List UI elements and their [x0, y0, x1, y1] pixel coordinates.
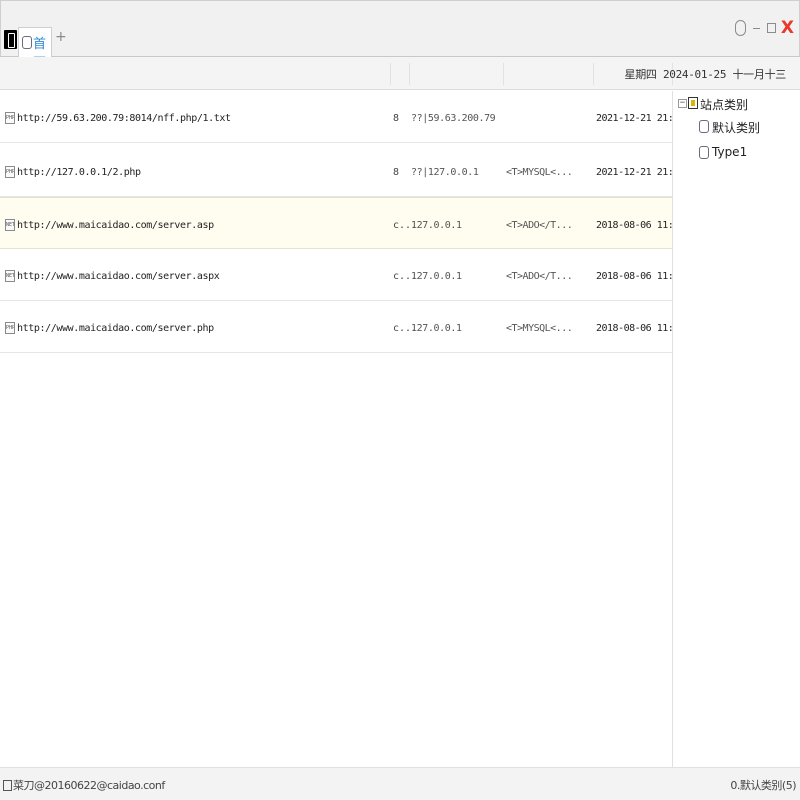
minimize-icon[interactable]: [752, 27, 760, 29]
table-row[interactable]: PHP http://www.maicaidao.com/server.php …: [0, 301, 701, 353]
cell-ip: 127.0.0.1: [411, 323, 462, 334]
document-icon: [22, 36, 32, 49]
column-divider[interactable]: [409, 63, 410, 85]
status-config-file: 菜刀@20160622@caidao.conf: [13, 779, 165, 792]
file-icon: NET: [5, 270, 15, 282]
category-icon: [699, 120, 709, 133]
cell-url: http://127.0.0.1/2.php: [17, 167, 141, 178]
table-row-selected[interactable]: NET http://www.maicaidao.com/server.asp …: [0, 197, 701, 249]
tab-home[interactable]: 首页: [18, 27, 52, 71]
window-controls: X: [734, 16, 794, 40]
category-tree: − 站点类别 默认类别 Type1: [672, 91, 800, 767]
column-divider[interactable]: [593, 63, 594, 85]
cell-url: http://59.63.200.79:8014/nff.php/1.txt: [17, 113, 231, 124]
column-divider[interactable]: [503, 63, 504, 85]
cell-url: http://www.maicaidao.com/server.php: [17, 323, 214, 334]
category-icon: [699, 146, 709, 159]
cell-ip: 127.0.0.1: [411, 271, 462, 282]
file-icon: NET: [5, 219, 15, 231]
table-row[interactable]: PHP http://127.0.0.1/2.php 8 ??|127.0.0.…: [0, 145, 701, 197]
site-list: PHP http://59.63.200.79:8014/nff.php/1.t…: [0, 91, 701, 767]
table-row[interactable]: NET http://www.maicaidao.com/server.aspx…: [0, 249, 701, 301]
config-icon: [3, 780, 12, 791]
cell-db: <T>ADO</T...: [506, 220, 573, 231]
file-icon: PHP: [5, 166, 15, 178]
close-icon[interactable]: X: [781, 19, 794, 37]
cell-url: http://www.maicaidao.com/server.aspx: [17, 271, 220, 282]
header-date: 星期四 2024-01-25 十一月十三: [624, 68, 787, 81]
cell-ip: ??|59.63.200.79: [411, 113, 496, 124]
tree-item-default[interactable]: 默认类别: [712, 119, 760, 136]
status-bar: 菜刀@20160622@caidao.conf 0.默认类别(5): [0, 767, 800, 800]
cell-type: 8: [393, 113, 400, 124]
maximize-icon[interactable]: [766, 23, 776, 33]
cell-ip: ??|127.0.0.1: [411, 167, 479, 178]
grid-header: 星期四 2024-01-25 十一月十三: [0, 57, 800, 90]
cell-url: http://www.maicaidao.com/server.asp: [17, 220, 214, 231]
column-divider[interactable]: [390, 63, 391, 85]
cell-db: <T>MYSQL<...: [506, 167, 573, 178]
cell-type: 8: [393, 167, 400, 178]
file-icon: PHP: [5, 322, 15, 334]
cell-db: <T>ADO</T...: [506, 271, 573, 282]
title-bar: 首页 + X: [0, 0, 800, 71]
file-icon: PHP: [5, 112, 15, 124]
collapse-toggle-icon[interactable]: −: [678, 99, 687, 108]
tree-root-label[interactable]: 站点类别: [700, 96, 748, 113]
app-icon[interactable]: [4, 30, 17, 49]
cell-ip: 127.0.0.1: [411, 220, 462, 231]
add-tab-button[interactable]: +: [55, 29, 67, 45]
cell-db: <T>MYSQL<...: [506, 323, 573, 334]
table-row[interactable]: PHP http://59.63.200.79:8014/nff.php/1.t…: [0, 91, 701, 143]
skin-button[interactable]: [734, 20, 746, 36]
status-category-count: 0.默认类别(5): [730, 779, 796, 792]
tree-item-type1[interactable]: Type1: [712, 145, 747, 159]
folder-icon: [688, 97, 698, 109]
